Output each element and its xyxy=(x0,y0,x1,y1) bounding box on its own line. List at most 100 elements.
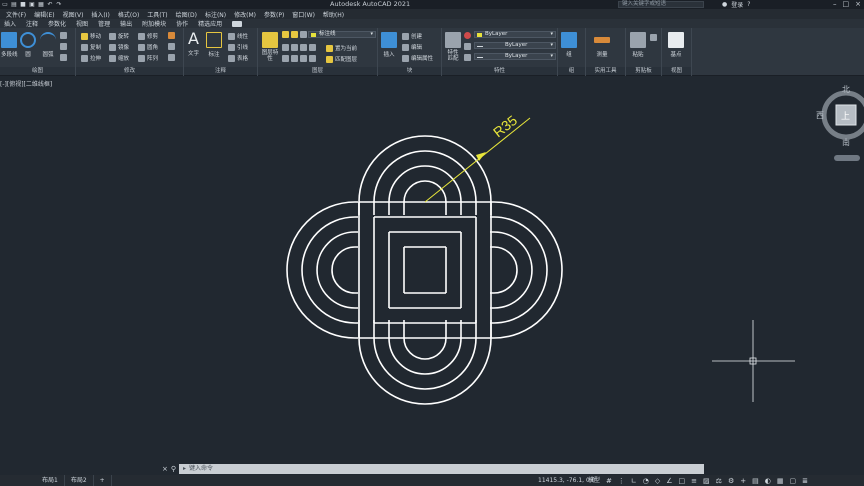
tab-addins[interactable]: 附加模块 xyxy=(142,19,166,28)
text-tool[interactable]: A 文字 xyxy=(188,31,199,58)
tab-manage[interactable]: 管理 xyxy=(98,19,110,28)
lineweight-toggle-icon[interactable]: ≡ xyxy=(691,477,697,485)
close-icon[interactable]: × xyxy=(855,0,861,9)
menu-insert[interactable]: 插入(I) xyxy=(91,10,109,19)
menu-dimension[interactable]: 标注(N) xyxy=(205,10,226,19)
mirror-tool[interactable]: 镜像 xyxy=(109,43,129,51)
tab-annotate[interactable]: 注释 xyxy=(26,19,38,28)
fillet-tool[interactable]: 圆角 xyxy=(138,43,158,51)
annotation-scale-icon[interactable]: ⚖ xyxy=(716,477,722,485)
close-command-icon[interactable]: × xyxy=(162,465,168,473)
tab-insert[interactable]: 插入 xyxy=(4,19,16,28)
erase-icon[interactable] xyxy=(168,32,175,39)
stretch-tool[interactable]: 拉伸 xyxy=(81,54,101,62)
menu-format[interactable]: 格式(O) xyxy=(118,10,139,19)
tab-output[interactable]: 输出 xyxy=(120,19,132,28)
color-wheel-icon[interactable] xyxy=(464,32,471,39)
minimize-icon[interactable]: – xyxy=(833,0,837,9)
lightbulb-icon[interactable] xyxy=(282,31,289,38)
layer-dropdown[interactable]: 标注线 ▾ xyxy=(308,31,376,38)
panel-clipboard-label[interactable]: 剪贴板 xyxy=(626,67,661,75)
menu-file[interactable]: 文件(F) xyxy=(6,10,26,19)
copy-tool[interactable]: 复制 xyxy=(81,43,101,51)
menu-edit[interactable]: 编辑(E) xyxy=(34,10,54,19)
layer-freeze-icon[interactable] xyxy=(300,44,307,51)
compass-west[interactable]: 西 xyxy=(816,111,824,120)
lock-icon[interactable] xyxy=(300,31,307,38)
panel-utilities-label[interactable]: 实用工具 xyxy=(586,67,625,75)
dimension-tool[interactable]: 标注 xyxy=(206,32,222,58)
add-layout-button[interactable]: + xyxy=(94,475,112,486)
menu-help[interactable]: 帮助(H) xyxy=(323,10,344,19)
layer-off-icon[interactable] xyxy=(282,44,289,51)
layer-properties-tool[interactable]: 图层特性 xyxy=(261,32,279,62)
insert-block-tool[interactable]: 插入 xyxy=(381,32,397,58)
menu-window[interactable]: 窗口(W) xyxy=(292,10,315,19)
object-snap-icon[interactable]: □ xyxy=(679,477,686,485)
isodraft-icon[interactable]: ◇ xyxy=(655,477,660,485)
sign-in-label[interactable]: 登录 xyxy=(731,0,743,9)
panel-block-label[interactable]: 块 xyxy=(378,67,441,75)
object-snap-tracking-icon[interactable]: ∠ xyxy=(666,477,672,485)
match-layer-tool[interactable]: 匹配图层 xyxy=(326,55,357,63)
hatch-icon[interactable] xyxy=(60,43,67,50)
panel-properties-label[interactable]: 特性 xyxy=(442,67,557,75)
panel-annotation-label[interactable]: 注释 xyxy=(184,67,257,75)
panel-groups-label[interactable]: 组 xyxy=(558,67,585,75)
edit-attributes-tool[interactable]: 编辑属性 xyxy=(402,54,433,62)
edit-block-tool[interactable]: 编辑 xyxy=(402,43,422,51)
paste-tool[interactable]: 粘贴 xyxy=(630,32,646,58)
polar-icon[interactable]: ◔ xyxy=(643,477,649,485)
snap-icon[interactable]: ⋮ xyxy=(618,477,625,485)
drawing-canvas[interactable]: R35 上 北 南 西 xyxy=(0,76,864,460)
panel-view-label[interactable]: 视图 xyxy=(662,67,691,75)
layer-on-icon[interactable] xyxy=(282,55,289,62)
move-tool[interactable]: 移动 xyxy=(81,32,101,40)
arc-tool[interactable]: 圆弧 xyxy=(40,32,56,58)
viewcube-face-label[interactable]: 上 xyxy=(841,111,850,122)
user-area[interactable]: ● 登录 ? xyxy=(722,0,750,9)
tab-layout1[interactable]: 布局1 xyxy=(36,475,65,486)
model-space-toggle[interactable]: 模型 xyxy=(588,475,600,486)
lineweight-dropdown[interactable]: ByLayer ▾ xyxy=(474,53,556,60)
isolate-objects-icon[interactable]: ◐ xyxy=(765,477,771,485)
menu-view[interactable]: 视图(V) xyxy=(63,10,84,19)
customize-command-icon[interactable]: ⚲ xyxy=(171,465,176,473)
base-point-tool[interactable]: 基点 xyxy=(668,32,684,58)
workspace-gear-icon[interactable]: ⚙ xyxy=(728,477,734,485)
linear-tool[interactable]: 线性 xyxy=(228,32,248,40)
undo-icon[interactable]: ↶ xyxy=(47,1,53,8)
menu-parametric[interactable]: 参数(P) xyxy=(264,10,284,19)
layer-isolate-icon[interactable] xyxy=(291,44,298,51)
plot-icon[interactable]: ▦ xyxy=(38,1,44,8)
panel-draw-label[interactable]: 绘图 xyxy=(0,67,75,75)
dimension-text[interactable]: R35 xyxy=(490,112,520,141)
grid-icon[interactable]: # xyxy=(606,477,612,485)
hardware-accel-icon[interactable]: ▦ xyxy=(777,477,784,485)
menu-tools[interactable]: 工具(T) xyxy=(147,10,167,19)
tab-view[interactable]: 视图 xyxy=(76,19,88,28)
measure-tool[interactable]: 测量 xyxy=(594,32,610,58)
lineweight-icon[interactable] xyxy=(464,54,471,61)
open-file-icon[interactable]: ▤ xyxy=(11,1,17,8)
layer-thaw-icon[interactable] xyxy=(300,55,307,62)
coordinates-readout[interactable]: 11415.3, -76.1, 0.0 xyxy=(538,475,596,486)
search-input[interactable]: 键入关键字或短语 xyxy=(618,1,704,8)
tab-parametric[interactable]: 参数化 xyxy=(48,19,66,28)
circle-tool[interactable]: 圆 xyxy=(20,32,36,58)
tab-layout2[interactable]: 布局2 xyxy=(65,475,94,486)
trim-tool[interactable]: 修剪 xyxy=(138,32,158,40)
menu-draw[interactable]: 绘图(D) xyxy=(176,10,197,19)
tab-collaborate[interactable]: 协作 xyxy=(176,19,188,28)
layer-lock-icon[interactable] xyxy=(309,44,316,51)
offset-icon[interactable] xyxy=(168,54,175,61)
create-block-tool[interactable]: 创建 xyxy=(402,32,422,40)
panel-layers-label[interactable]: 图层 xyxy=(258,67,377,75)
customization-menu-icon[interactable]: ≣ xyxy=(802,477,808,485)
linetype-icon[interactable] xyxy=(464,43,471,50)
sun-icon[interactable] xyxy=(291,31,298,38)
layer-unlock-icon[interactable] xyxy=(309,55,316,62)
menu-modify[interactable]: 修改(M) xyxy=(234,10,256,19)
new-file-icon[interactable]: ▭ xyxy=(2,1,8,8)
scale-tool[interactable]: 缩放 xyxy=(109,54,129,62)
